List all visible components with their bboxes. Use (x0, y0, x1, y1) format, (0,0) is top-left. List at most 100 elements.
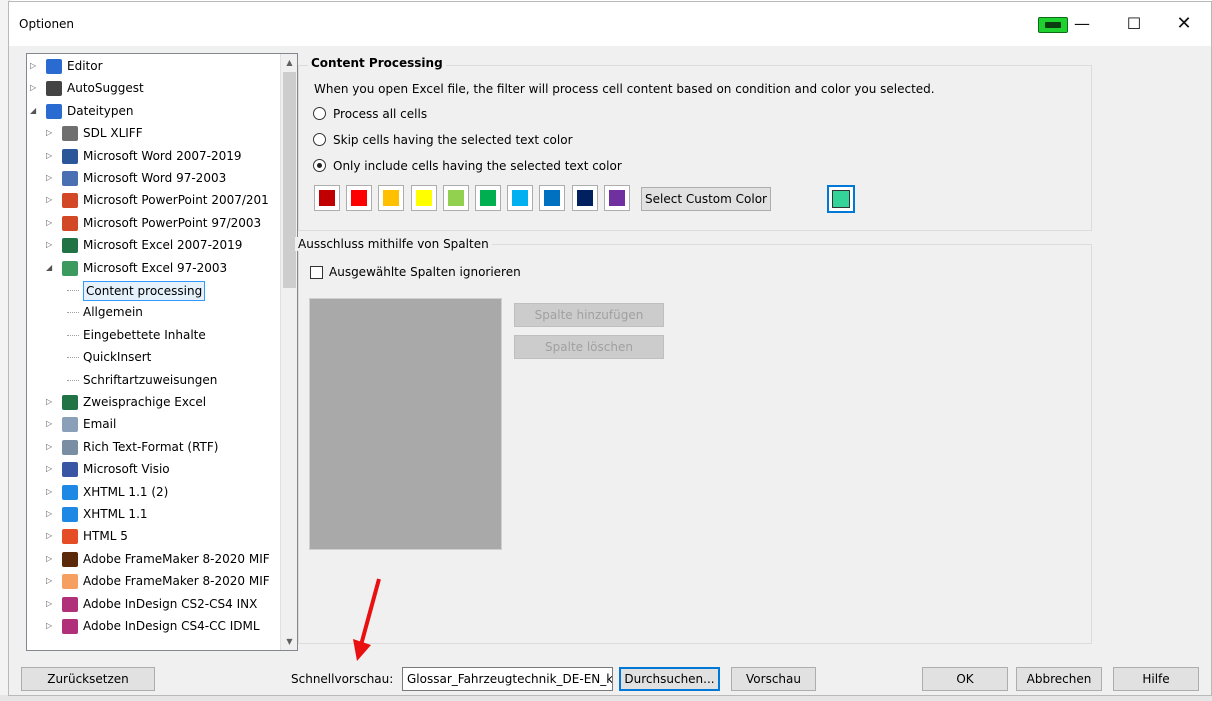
tree-item[interactable]: ▷ Zweisprachige Excel (27, 391, 279, 413)
reset-button[interactable]: Zurücksetzen (21, 667, 155, 691)
tree-item[interactable]: ◢ Dateitypen (27, 100, 279, 122)
tree-item[interactable]: ▷ Microsoft Excel 2007-2019 (27, 234, 279, 256)
close-button[interactable]: ✕ (1161, 10, 1207, 38)
tree-item[interactable]: ▷ SDL XLIFF (27, 122, 279, 144)
tree-item[interactable]: ▷ Adobe InDesign CS2-CS4 INX (27, 593, 279, 615)
color-swatch-fill (480, 190, 496, 206)
tree-scrollbar[interactable]: ▲ ▼ (280, 54, 297, 650)
tree-item[interactable]: ▷ XHTML 1.1 (27, 503, 279, 525)
ignore-columns-checkbox[interactable] (310, 266, 323, 279)
browse-button[interactable]: Durchsuchen... (619, 667, 720, 691)
tree-item[interactable]: QuickInsert (27, 346, 279, 368)
indesign-icon (62, 596, 78, 612)
expand-arrow-icon[interactable]: ▷ (46, 525, 54, 547)
tree-item[interactable]: ▷ HTML 5 (27, 525, 279, 547)
select-custom-color-button[interactable]: Select Custom Color (641, 187, 771, 211)
expand-arrow-icon[interactable]: ▷ (46, 212, 54, 234)
filetypes-icon (46, 103, 62, 119)
tree-item-label: Microsoft PowerPoint 2007/201 (83, 193, 269, 208)
radio-button[interactable] (313, 107, 326, 120)
ok-button[interactable]: OK (922, 667, 1008, 691)
tree-item-label: Adobe FrameMaker 8-2020 MIF (83, 551, 270, 566)
tree-item[interactable]: Allgemein (27, 301, 279, 323)
options-tree[interactable]: ▷ Editor ▷ AutoSuggest ◢ Dateitypen ▷ SDL XLIFF… (26, 53, 298, 651)
tree-item-label: XHTML 1.1 (2) (83, 484, 169, 499)
framemaker-icon (62, 551, 78, 567)
expand-arrow-icon[interactable]: ▷ (46, 234, 54, 256)
ie-icon (62, 507, 78, 522)
expand-arrow-icon[interactable]: ▷ (46, 593, 54, 615)
tree-item[interactable]: ▷ Editor (27, 55, 279, 77)
tree-item[interactable]: ▷ AutoSuggest (27, 77, 279, 99)
tree-item[interactable]: ▷ XHTML 1.1 (2) (27, 481, 279, 503)
expand-arrow-icon[interactable]: ▷ (46, 570, 54, 592)
color-swatch-fill (544, 190, 561, 206)
ie-icon (62, 484, 78, 500)
tree-item[interactable]: ▷ Adobe InDesign CS4-CC IDML (27, 615, 279, 637)
tree-item[interactable]: ▷ Adobe FrameMaker 8-2020 MIF (27, 548, 279, 570)
tree-item[interactable]: ▷ Email (27, 413, 279, 435)
color-swatch[interactable] (603, 185, 630, 211)
tree-connector (67, 334, 79, 336)
expand-arrow-icon[interactable]: ▷ (46, 503, 54, 525)
color-swatch[interactable] (507, 185, 534, 211)
expand-arrow-icon[interactable]: ▷ (46, 615, 54, 637)
delete-column-button[interactable]: Spalte löschen (514, 335, 664, 359)
tree-connector (67, 357, 79, 359)
custom-color-swatch[interactable] (827, 185, 855, 213)
expand-arrow-icon[interactable]: ▷ (30, 77, 38, 99)
color-swatch[interactable] (539, 185, 566, 211)
collapse-arrow-icon[interactable]: ◢ (46, 257, 54, 279)
tree-item[interactable]: ▷ Microsoft Word 97-2003 (27, 167, 279, 189)
excel-icon (62, 238, 78, 254)
expand-arrow-icon[interactable]: ▷ (46, 122, 54, 144)
minimize-button[interactable]: — (1059, 10, 1105, 38)
expand-arrow-icon[interactable]: ▷ (46, 413, 54, 435)
tree-item[interactable]: ▷ Microsoft Visio (27, 458, 279, 480)
preview-file-input[interactable]: Glossar_Fahrzeugtechnik_DE-EN_ki (402, 667, 613, 691)
collapse-arrow-icon[interactable]: ◢ (30, 100, 38, 122)
tree-item[interactable]: ▷ Microsoft PowerPoint 97/2003 (27, 212, 279, 234)
color-swatch[interactable] (346, 185, 373, 211)
expand-arrow-icon[interactable]: ▷ (46, 548, 54, 570)
radio-button-checked[interactable] (313, 159, 326, 172)
columns-listbox[interactable] (309, 298, 502, 550)
tree-item-label: Rich Text-Format (RTF) (83, 439, 219, 454)
radio-button[interactable] (313, 133, 326, 146)
tree-item[interactable]: ▷ Adobe FrameMaker 8-2020 MIF (27, 570, 279, 592)
expand-arrow-icon[interactable]: ▷ (46, 145, 54, 167)
color-swatch-fill (512, 190, 529, 206)
preview-button[interactable]: Vorschau (731, 667, 816, 691)
expand-arrow-icon[interactable]: ▷ (46, 436, 54, 458)
color-swatch[interactable] (314, 185, 340, 211)
expand-arrow-icon[interactable]: ▷ (46, 481, 54, 503)
scroll-down-icon[interactable]: ▼ (281, 633, 297, 650)
expand-arrow-icon[interactable]: ▷ (46, 391, 54, 413)
tree-item[interactable]: ▷ Microsoft PowerPoint 2007/201 (27, 189, 279, 211)
bilingual-excel-icon (62, 395, 78, 410)
tree-item[interactable]: ◢ Microsoft Excel 97-2003 (27, 257, 279, 279)
expand-arrow-icon[interactable]: ▷ (30, 55, 38, 77)
expand-arrow-icon[interactable]: ▷ (46, 189, 54, 211)
color-swatch[interactable] (378, 185, 405, 211)
tree-item[interactable]: Eingebettete Inhalte (27, 324, 279, 346)
add-column-button[interactable]: Spalte hinzufügen (514, 303, 664, 327)
tree-item-label: Eingebettete Inhalte (83, 327, 206, 342)
scroll-thumb[interactable] (283, 72, 296, 288)
tree-item[interactable]: Schriftartzuweisungen (27, 369, 279, 391)
expand-arrow-icon[interactable]: ▷ (46, 458, 54, 480)
scroll-up-icon[interactable]: ▲ (281, 54, 297, 71)
tree-item[interactable]: Content processing (27, 279, 279, 301)
tree-item[interactable]: ▷ Microsoft Word 2007-2019 (27, 145, 279, 167)
color-swatch[interactable] (410, 185, 437, 211)
color-swatch[interactable] (571, 185, 598, 211)
maximize-button[interactable]: ☐ (1111, 10, 1157, 38)
tree-item[interactable]: ▷ Rich Text-Format (RTF) (27, 436, 279, 458)
help-button[interactable]: Hilfe (1113, 667, 1199, 691)
color-swatch[interactable] (442, 185, 469, 211)
expand-arrow-icon[interactable]: ▷ (46, 167, 54, 189)
color-swatch-fill (447, 190, 464, 206)
cancel-button[interactable]: Abbrechen (1016, 667, 1102, 691)
xliff-icon (62, 126, 78, 142)
color-swatch[interactable] (475, 185, 501, 211)
